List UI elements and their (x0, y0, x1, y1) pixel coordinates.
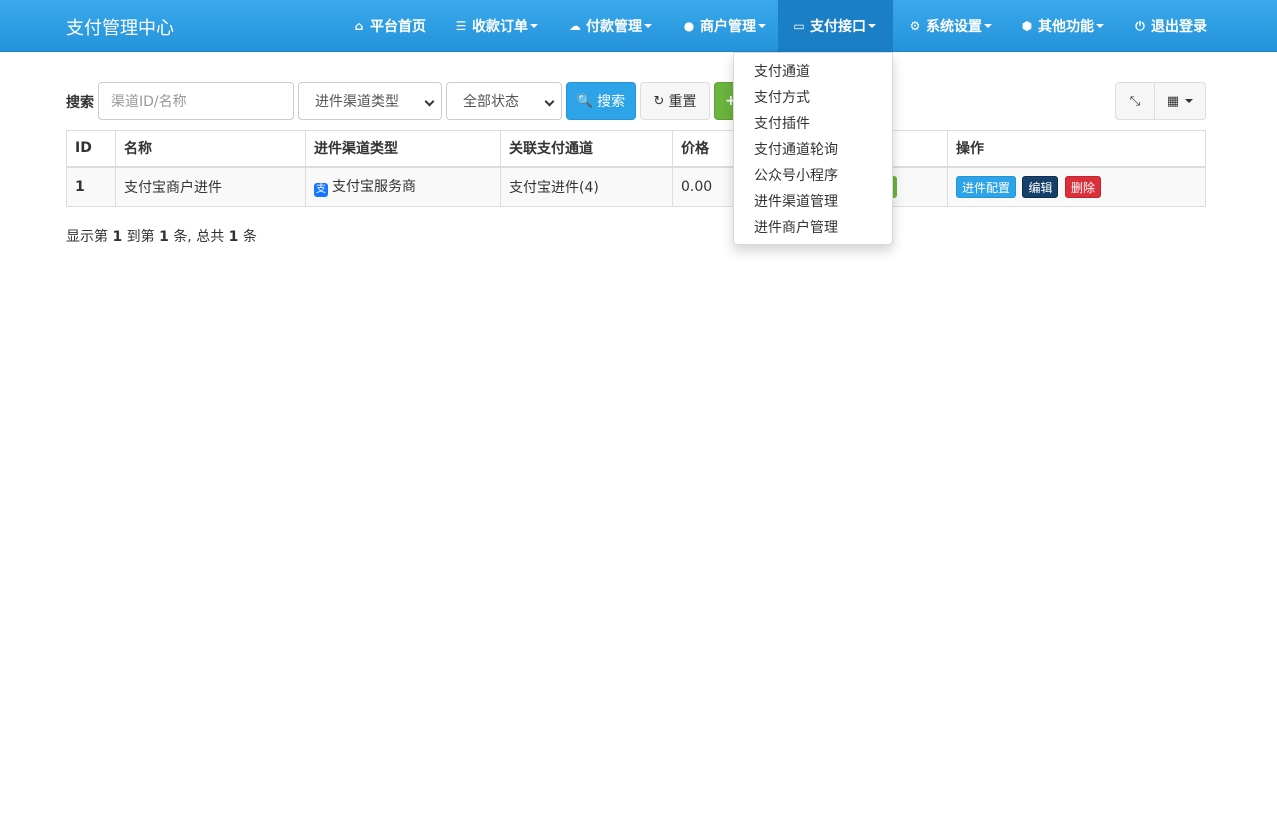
search-input[interactable]: 渠道ID/名称 (98, 82, 294, 120)
reset-button[interactable]: ↻ 重置 (640, 82, 710, 120)
config-button[interactable]: 进件配置 (956, 175, 1017, 198)
alipay-icon: 支 (314, 183, 328, 198)
credit-card-icon: ▭ (793, 19, 805, 33)
chevron-down-icon (544, 96, 555, 107)
cell-pay-channel: 支付宝进件(4) (500, 166, 673, 207)
table-header-row: ID 名称 进件渠道类型 关联支付通道 价格 操作 (66, 130, 1206, 168)
fullscreen-icon: ⤡ (1129, 93, 1141, 109)
fullscreen-button[interactable]: ⤡ (1115, 82, 1155, 120)
chevron-down-icon (530, 24, 538, 28)
nav-settings[interactable]: ⚙ 系统设置 (908, 0, 992, 52)
col-header-channel-type[interactable]: 进件渠道类型 (305, 130, 501, 168)
list-icon: ☰ (455, 19, 467, 33)
menu-item-onboarding-merchant[interactable]: 进件商户管理 (734, 215, 892, 241)
nav-other-label: 其他功能 (1038, 19, 1094, 35)
data-table: ID 名称 进件渠道类型 关联支付通道 价格 操作 1 支付宝商户进件 支支付宝… (66, 130, 1206, 207)
col-header-name[interactable]: 名称 (115, 130, 306, 168)
chevron-down-icon (424, 96, 435, 107)
refresh-icon: ↻ (653, 93, 665, 109)
nav-home-label: 平台首页 (370, 19, 426, 35)
menu-item-pay-method[interactable]: 支付方式 (734, 85, 892, 111)
nav-payment-interface-label: 支付接口 (810, 19, 866, 35)
power-icon: ⏻ (1135, 18, 1145, 33)
nav-payout[interactable]: ☁ 付款管理 (568, 0, 652, 52)
search-icon: 🔍 (576, 93, 594, 109)
user-icon: ● (683, 19, 695, 33)
chevron-down-icon (1185, 99, 1194, 103)
grid-icon: ▦ (1166, 93, 1180, 109)
cell-name: 支付宝商户进件 (115, 166, 306, 207)
cell-id: 1 (66, 166, 116, 207)
nav-logout[interactable]: ⏻ 退出登录 (1133, 0, 1207, 52)
pagination-from: 1 (112, 229, 123, 245)
menu-item-onboarding-channel[interactable]: 进件渠道管理 (734, 189, 892, 215)
top-navbar: 支付管理中心 ⌂ 平台首页 ☰ 收款订单 ☁ 付款管理 ● 商户管理 ▭ 支付接… (0, 0, 1277, 52)
pagination-info: 显示第 1 到第 1 条, 总共 1 条 (66, 226, 257, 246)
cloud-icon: ☁ (569, 19, 581, 33)
edit-button[interactable]: 编辑 (1022, 175, 1059, 198)
menu-item-channel-polling[interactable]: 支付通道轮询 (734, 137, 892, 163)
chevron-down-icon (758, 24, 766, 28)
search-button[interactable]: 🔍 搜索 (566, 82, 636, 120)
nav-merchants[interactable]: ● 商户管理 (682, 0, 766, 52)
pagination-suffix: 条 (242, 229, 257, 245)
nav-orders[interactable]: ☰ 收款订单 (454, 0, 538, 52)
pagination-total: 1 (228, 229, 239, 245)
col-header-actions[interactable]: 操作 (947, 130, 1206, 168)
menu-item-pay-channel[interactable]: 支付通道 (734, 59, 892, 85)
payment-interface-dropdown: 支付通道 支付方式 支付插件 支付通道轮询 公众号小程序 进件渠道管理 进件商户… (733, 52, 893, 245)
nav-logout-label: 退出登录 (1151, 19, 1207, 35)
menu-item-pay-plugin[interactable]: 支付插件 (734, 111, 892, 137)
gear-icon: ⚙ (909, 19, 921, 33)
chevron-down-icon (984, 24, 992, 28)
brand-title[interactable]: 支付管理中心 (66, 14, 174, 40)
nav-merchants-label: 商户管理 (700, 19, 756, 35)
channel-type-select-value: 进件渠道类型 (315, 94, 399, 110)
cell-channel-type-text: 支付宝服务商 (332, 179, 416, 196)
status-select-value: 全部状态 (463, 94, 519, 110)
pagination-to: 1 (159, 229, 169, 245)
col-header-pay-channel[interactable]: 关联支付通道 (500, 130, 673, 168)
delete-button[interactable]: 删除 (1064, 175, 1101, 198)
search-label: 搜索 (66, 95, 94, 111)
col-header-id[interactable]: ID (66, 130, 116, 168)
menu-item-mp-miniapp[interactable]: 公众号小程序 (734, 163, 892, 189)
search-button-label: 搜索 (597, 94, 626, 110)
reset-button-label: 重置 (668, 94, 697, 110)
pagination-prefix: 显示第 (66, 229, 108, 245)
home-icon: ⌂ (354, 19, 364, 33)
nav-payout-label: 付款管理 (586, 19, 642, 35)
table-row: 1 支付宝商户进件 支支付宝服务商 支付宝进件(4) 0.00 进件配置 编辑 … (66, 166, 1206, 207)
pagination-mid2: 条, 总共 (173, 229, 225, 245)
nav-orders-label: 收款订单 (472, 19, 528, 35)
pagination-mid1: 到第 (126, 229, 155, 245)
nav-home[interactable]: ⌂ 平台首页 (352, 0, 426, 52)
nav-payment-interface[interactable]: ▭ 支付接口 (778, 0, 893, 52)
chevron-down-icon (1096, 24, 1104, 28)
columns-toggle-button[interactable]: ▦ (1154, 82, 1206, 120)
channel-type-select[interactable]: 进件渠道类型 (298, 82, 442, 120)
cell-actions: 进件配置 编辑 删除 (947, 166, 1206, 207)
chevron-down-icon (868, 24, 876, 28)
nav-settings-label: 系统设置 (926, 19, 982, 35)
status-select[interactable]: 全部状态 (446, 82, 562, 120)
cube-icon: ⬢ (1021, 19, 1033, 33)
cell-channel-type: 支支付宝服务商 (305, 166, 501, 207)
nav-other[interactable]: ⬢ 其他功能 (1020, 0, 1104, 52)
chevron-down-icon (644, 24, 652, 28)
search-placeholder: 渠道ID/名称 (111, 94, 187, 110)
